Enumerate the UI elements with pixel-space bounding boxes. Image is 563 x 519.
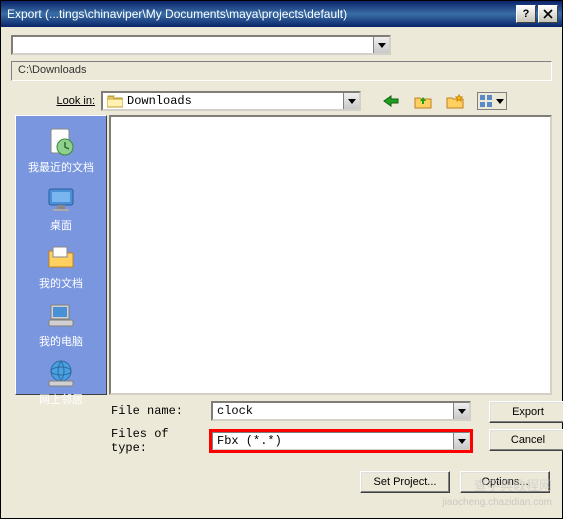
sidebar-item-computer[interactable]: 我的电脑 xyxy=(16,296,106,352)
folder-icon xyxy=(107,94,123,108)
sidebar-item-label: 网上邻居 xyxy=(39,391,83,407)
view-icon xyxy=(480,95,494,107)
filetype-value: Fbx (*.*) xyxy=(217,434,282,448)
sidebar-item-documents[interactable]: 我的文档 xyxy=(16,238,106,294)
lookin-dropdown[interactable]: Downloads xyxy=(101,91,361,111)
sidebar-item-label: 我最近的文档 xyxy=(28,159,94,175)
window-title: Export (...tings\chinaviper\My Documents… xyxy=(5,7,514,21)
filename-arrow[interactable] xyxy=(453,403,469,419)
chevron-down-icon xyxy=(348,99,356,104)
places-sidebar: 我最近的文档 桌面 我的文档 我的电脑 网上邻居 xyxy=(15,115,107,395)
sidebar-item-label: 我的电脑 xyxy=(39,333,83,349)
path-display: C:\Downloads xyxy=(11,61,552,81)
lookin-value: Downloads xyxy=(127,94,192,108)
filename-field[interactable] xyxy=(217,404,465,418)
set-project-label: Set Project... xyxy=(374,476,437,488)
top-combo-arrow[interactable] xyxy=(373,37,389,53)
chevron-down-icon xyxy=(496,99,504,104)
sidebar-item-network[interactable]: 网上邻居 xyxy=(16,354,106,410)
lookin-label: Look in: xyxy=(31,95,101,107)
documents-icon xyxy=(45,241,77,273)
watermark-sub: jiaocheng.chazidian.com xyxy=(442,497,552,508)
filetype-arrow[interactable] xyxy=(453,433,469,449)
top-combo[interactable] xyxy=(11,35,391,55)
computer-icon xyxy=(45,299,77,331)
export-button-label: Export xyxy=(512,406,544,418)
file-list-area[interactable] xyxy=(109,115,552,395)
back-arrow-icon xyxy=(382,94,400,108)
chevron-down-icon xyxy=(378,43,386,48)
path-display-text: C:\Downloads xyxy=(18,64,86,76)
sidebar-item-recent[interactable]: 我最近的文档 xyxy=(16,122,106,178)
cancel-button-label: Cancel xyxy=(511,434,545,446)
desktop-icon xyxy=(45,183,77,215)
sidebar-item-label: 我的文档 xyxy=(39,275,83,291)
view-menu-button[interactable] xyxy=(477,92,507,110)
chevron-down-icon xyxy=(458,409,466,414)
folder-up-icon xyxy=(414,93,432,109)
chevron-down-icon xyxy=(458,439,466,444)
filetype-label: Files of type: xyxy=(111,427,211,455)
network-icon xyxy=(45,357,77,389)
new-folder-button[interactable] xyxy=(445,92,465,110)
titlebar: Export (...tings\chinaviper\My Documents… xyxy=(1,1,562,27)
filetype-dropdown[interactable]: Fbx (*.*) xyxy=(211,431,471,451)
filename-input[interactable] xyxy=(211,401,471,421)
options-button[interactable]: Options... xyxy=(460,471,550,493)
export-dialog: Export (...tings\chinaviper\My Documents… xyxy=(0,0,563,519)
set-project-button[interactable]: Set Project... xyxy=(360,471,450,493)
lookin-arrow[interactable] xyxy=(343,93,359,109)
filename-label: File name: xyxy=(111,404,211,418)
new-folder-icon xyxy=(446,93,464,109)
sidebar-item-label: 桌面 xyxy=(50,217,72,233)
close-icon xyxy=(543,9,553,19)
cancel-button[interactable]: Cancel xyxy=(489,429,563,451)
sidebar-item-desktop[interactable]: 桌面 xyxy=(16,180,106,236)
export-button[interactable]: Export xyxy=(489,401,563,423)
close-button[interactable] xyxy=(538,5,558,23)
help-button[interactable]: ? xyxy=(516,5,536,23)
back-button[interactable] xyxy=(381,92,401,110)
up-folder-button[interactable] xyxy=(413,92,433,110)
recent-documents-icon xyxy=(45,125,77,157)
options-label: Options... xyxy=(481,476,528,488)
